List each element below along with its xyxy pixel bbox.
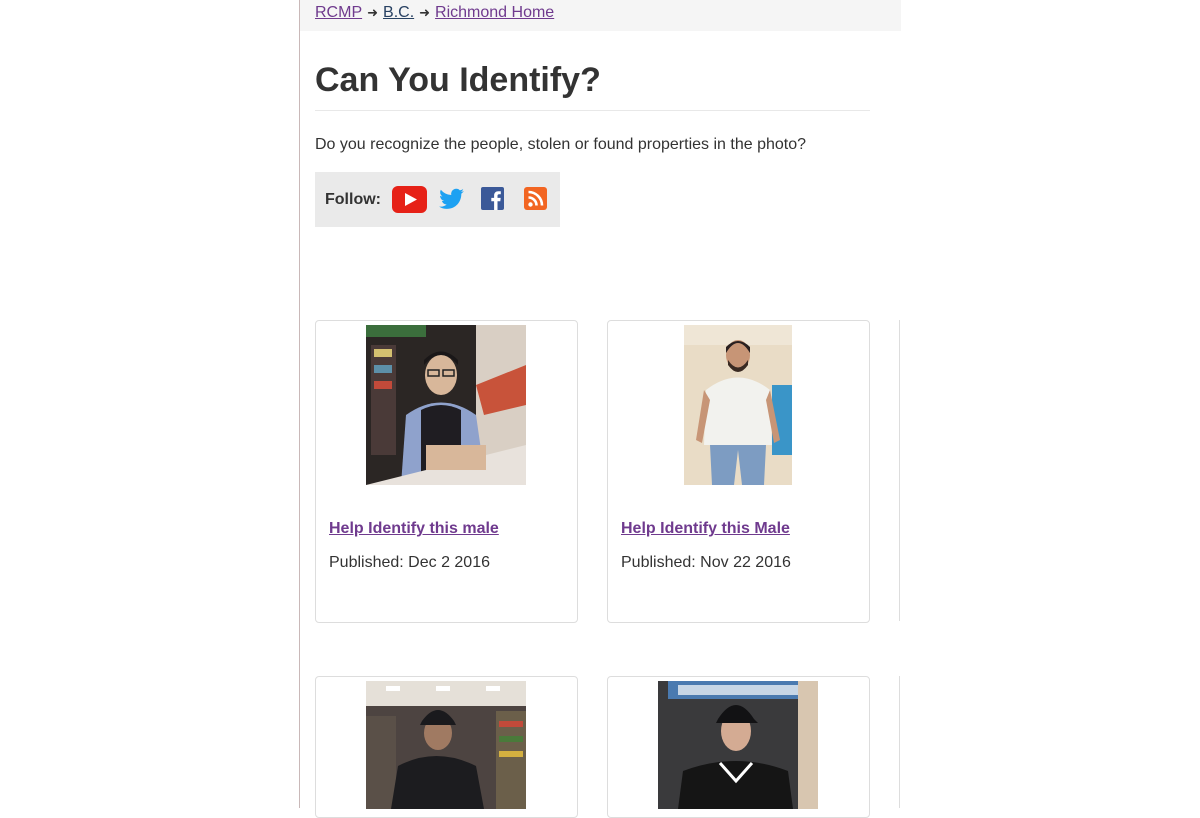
card-edge <box>899 320 902 621</box>
card-identify-4 <box>607 676 870 818</box>
suspect-photo[interactable] <box>366 325 526 485</box>
suspect-photo[interactable] <box>658 681 818 809</box>
breadcrumb: RCMP ➜ B.C. ➜ Richmond Home <box>315 3 554 23</box>
card-title-link[interactable]: Help Identify this Male <box>621 519 790 539</box>
breadcrumb-rcmp-link[interactable]: RCMP <box>315 4 362 21</box>
suspect-photo[interactable] <box>684 325 792 485</box>
facebook-icon[interactable] <box>481 186 505 215</box>
title-divider <box>315 110 870 111</box>
follow-box: Follow: <box>315 172 560 227</box>
rss-icon[interactable] <box>524 186 548 215</box>
follow-label: Follow: <box>325 191 381 208</box>
twitter-icon[interactable] <box>438 186 465 218</box>
intro-text: Do you recognize the people, stolen or f… <box>315 136 806 153</box>
left-border <box>299 0 300 808</box>
page-title: Can You Identify? <box>315 61 601 99</box>
breadcrumb-bar: RCMP ➜ B.C. ➜ Richmond Home <box>300 0 901 31</box>
breadcrumb-bc-link[interactable]: B.C. <box>383 4 414 21</box>
youtube-icon[interactable] <box>392 186 427 218</box>
published-date: Published: Nov 22 2016 <box>621 554 791 571</box>
card-identify-male-dec: Help Identify this male Published: Dec 2… <box>315 320 578 623</box>
card-identify-male-nov: Help Identify this Male Published: Nov 2… <box>607 320 870 623</box>
card-edge <box>899 676 902 808</box>
arrow-right-icon: ➜ <box>367 5 379 20</box>
card-identify-3 <box>315 676 578 818</box>
suspect-photo[interactable] <box>366 681 526 809</box>
published-date: Published: Dec 2 2016 <box>329 554 490 571</box>
arrow-right-icon: ➜ <box>419 5 431 20</box>
card-title-link[interactable]: Help Identify this male <box>329 519 499 539</box>
breadcrumb-richmond-home-link[interactable]: Richmond Home <box>435 4 554 21</box>
